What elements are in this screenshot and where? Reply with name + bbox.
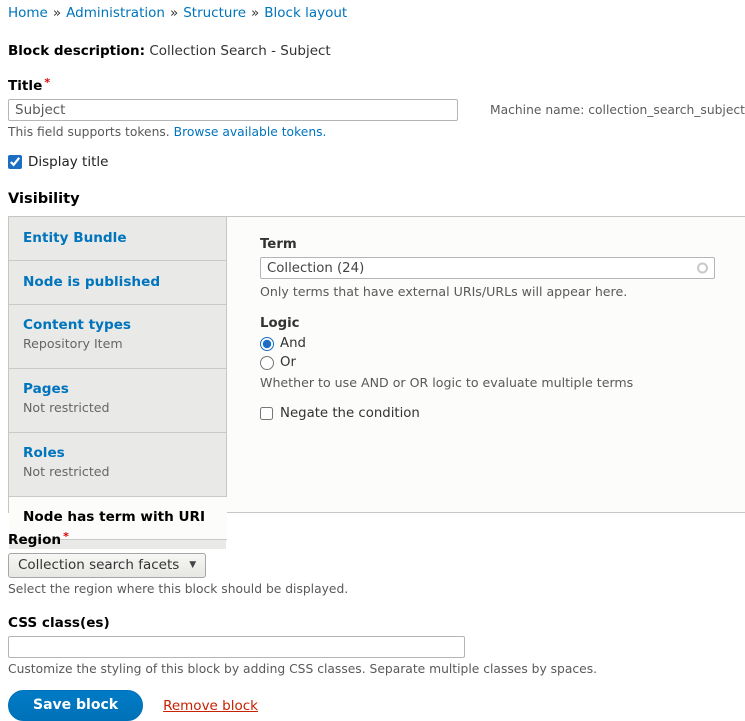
- chevron-down-icon: ▼: [189, 560, 196, 570]
- breadcrumb-separator: »: [170, 5, 178, 21]
- browse-tokens-link[interactable]: Browse available tokens.: [174, 125, 327, 139]
- title-row: Machine name: collection_search_subject: [8, 99, 745, 121]
- logic-or-radio[interactable]: [260, 356, 274, 370]
- remove-block-link[interactable]: Remove block: [163, 698, 258, 714]
- visibility-heading: Visibility: [8, 190, 745, 207]
- visibility-vertical-tabs: Entity Bundle Node is published Content …: [8, 216, 745, 513]
- autocomplete-spinner-icon: [697, 263, 708, 274]
- form-actions: Save block Remove block: [8, 690, 745, 721]
- tab-summary: Repository Item: [23, 336, 212, 351]
- tab-label: Node is published: [23, 274, 212, 290]
- tab-node-is-published[interactable]: Node is published: [9, 261, 226, 305]
- tab-summary: Not restricted: [23, 400, 212, 415]
- logic-label: Logic: [260, 316, 735, 331]
- save-block-button[interactable]: Save block: [8, 690, 143, 721]
- title-input[interactable]: [8, 99, 458, 121]
- tab-entity-bundle[interactable]: Entity Bundle: [9, 217, 226, 261]
- machine-name: Machine name: collection_search_subject: [490, 103, 745, 117]
- breadcrumb-link-structure[interactable]: Structure: [183, 5, 246, 21]
- required-marker: *: [63, 530, 69, 543]
- breadcrumb-link-home[interactable]: Home: [8, 5, 48, 21]
- breadcrumb-separator: »: [53, 5, 61, 21]
- logic-description: Whether to use AND or OR logic to evalua…: [260, 375, 735, 390]
- css-classes-input[interactable]: [8, 636, 465, 658]
- logic-and-label[interactable]: And: [280, 336, 306, 351]
- tab-label: Pages: [23, 381, 212, 397]
- term-input-wrap: [260, 257, 715, 279]
- logic-or-row: Or: [260, 355, 735, 370]
- tab-roles[interactable]: Roles Not restricted: [9, 433, 226, 497]
- title-label: Title*: [8, 78, 745, 94]
- title-help: This field supports tokens. Browse avail…: [8, 125, 745, 139]
- logic-and-row: And: [260, 336, 735, 351]
- breadcrumb-link-block-layout[interactable]: Block layout: [264, 5, 347, 21]
- tab-summary: Not restricted: [23, 464, 212, 479]
- tab-label: Entity Bundle: [23, 230, 212, 246]
- display-title-checkbox[interactable]: [8, 155, 22, 169]
- visibility-tab-pane: Term Only terms that have external URIs/…: [227, 217, 745, 512]
- region-select[interactable]: Collection search facets ▼: [8, 553, 206, 578]
- region-select-value: Collection search facets: [18, 557, 179, 573]
- logic-group: Logic And Or Whether to use AND or OR lo…: [260, 316, 735, 390]
- breadcrumb: Home » Administration » Structure » Block layo…: [8, 4, 745, 21]
- logic-and-radio[interactable]: [260, 337, 274, 351]
- display-title-row: Display title: [8, 154, 745, 170]
- negate-condition-checkbox[interactable]: [260, 407, 273, 420]
- display-title-label[interactable]: Display title: [28, 154, 108, 170]
- tab-label: Node has term with URI: [23, 509, 213, 525]
- term-label: Term: [260, 237, 735, 252]
- block-description: Block description: Collection Search - S…: [8, 43, 745, 59]
- region-description: Select the region where this block shoul…: [8, 582, 745, 596]
- negate-row: Negate the condition: [260, 406, 735, 421]
- tab-pages[interactable]: Pages Not restricted: [9, 369, 226, 433]
- block-description-text: Collection Search - Subject: [149, 43, 330, 59]
- region-label-text: Region: [8, 532, 61, 548]
- visibility-tabs-menu: Entity Bundle Node is published Content …: [9, 217, 227, 512]
- css-classes-description: Customize the styling of this block by a…: [8, 662, 745, 676]
- term-description: Only terms that have external URIs/URLs …: [260, 284, 735, 299]
- tab-label: Content types: [23, 317, 212, 333]
- required-marker: *: [44, 76, 50, 89]
- breadcrumb-link-administration[interactable]: Administration: [66, 5, 165, 21]
- negate-condition-label[interactable]: Negate the condition: [280, 406, 420, 421]
- term-autocomplete-input[interactable]: [260, 257, 715, 279]
- title-label-text: Title: [8, 78, 42, 94]
- block-configure-page: Home » Administration » Structure » Block layo…: [0, 0, 745, 721]
- tab-label: Roles: [23, 445, 212, 461]
- block-description-label: Block description:: [8, 43, 145, 59]
- logic-or-label[interactable]: Or: [280, 355, 296, 370]
- css-classes-label: CSS class(es): [8, 615, 745, 631]
- breadcrumb-separator: »: [251, 5, 259, 21]
- title-help-text: This field supports tokens.: [8, 125, 170, 139]
- tab-content-types[interactable]: Content types Repository Item: [9, 305, 226, 369]
